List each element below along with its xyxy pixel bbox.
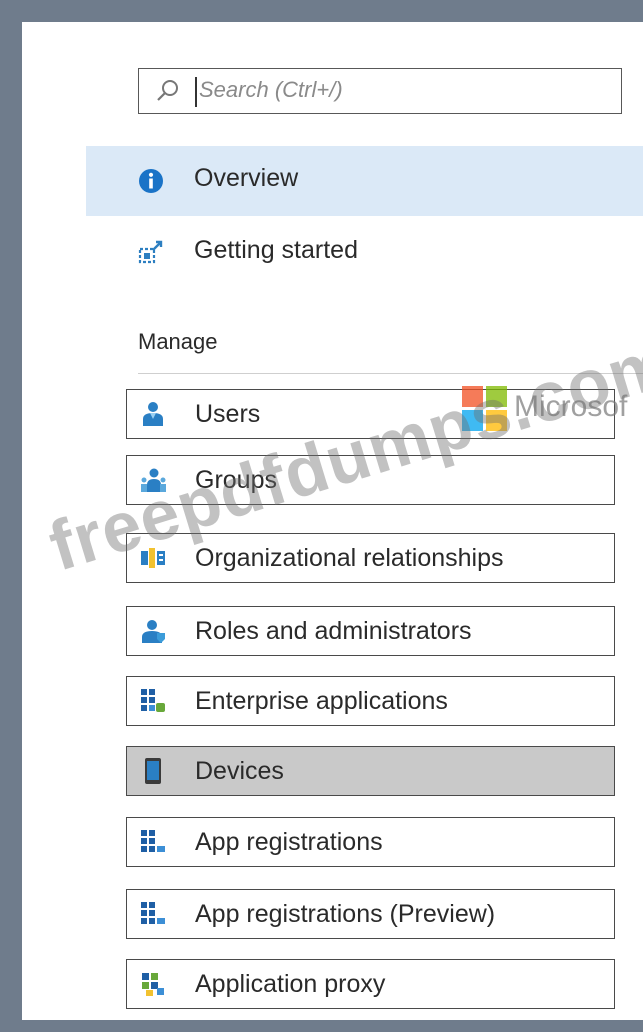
search-box[interactable] (138, 68, 622, 114)
info-icon (139, 169, 163, 193)
app-registrations-icon (141, 830, 165, 852)
manage-item-label: App registrations (Preview) (195, 900, 496, 928)
manage-item-label: Devices (195, 757, 284, 785)
navigation-blade: Overview Getting started Manage Users Gr… (22, 22, 643, 1020)
nav-item-label: Getting started (194, 236, 358, 264)
enterprise-apps-icon (141, 689, 165, 712)
org-relationships-icon (141, 548, 165, 568)
app-registrations-preview-icon (141, 902, 165, 924)
user-icon (143, 402, 163, 426)
manage-item-enterprise-applications[interactable]: Enterprise applications (126, 676, 615, 726)
manage-item-app-registrations[interactable]: App registrations (126, 817, 615, 867)
manage-item-label: Enterprise applications (195, 687, 448, 715)
manage-item-roles-and-administrators[interactable]: Roles and administrators (126, 606, 615, 656)
manage-item-label: Application proxy (195, 970, 386, 998)
section-heading-manage: Manage (138, 329, 218, 354)
manage-item-application-proxy[interactable]: Application proxy (126, 959, 615, 1009)
search-input[interactable] (199, 71, 609, 109)
application-proxy-icon (142, 973, 164, 996)
manage-item-groups[interactable]: Groups (126, 455, 615, 505)
manage-item-label: Roles and administrators (195, 617, 472, 645)
manage-item-label: Organizational relationships (195, 544, 504, 572)
manage-item-app-registrations-preview[interactable]: App registrations (Preview) (126, 889, 615, 939)
manage-item-label: Users (195, 400, 261, 428)
manage-item-label: App registrations (195, 828, 383, 856)
roles-icon (142, 620, 165, 643)
nav-item-getting-started[interactable]: Getting started (86, 218, 643, 288)
device-icon (145, 758, 161, 784)
nav-item-overview[interactable]: Overview (86, 146, 643, 216)
manage-item-users[interactable]: Users (126, 389, 615, 439)
nav-item-label: Overview (194, 164, 299, 192)
manage-item-devices[interactable]: Devices (126, 746, 615, 796)
manage-item-label: Groups (195, 466, 277, 494)
search-icon (157, 80, 178, 101)
groups-icon (141, 468, 166, 492)
divider (138, 373, 643, 374)
text-cursor (195, 77, 197, 107)
quickstart-icon (138, 240, 163, 264)
manage-item-organizational-relationships[interactable]: Organizational relationships (126, 533, 615, 583)
